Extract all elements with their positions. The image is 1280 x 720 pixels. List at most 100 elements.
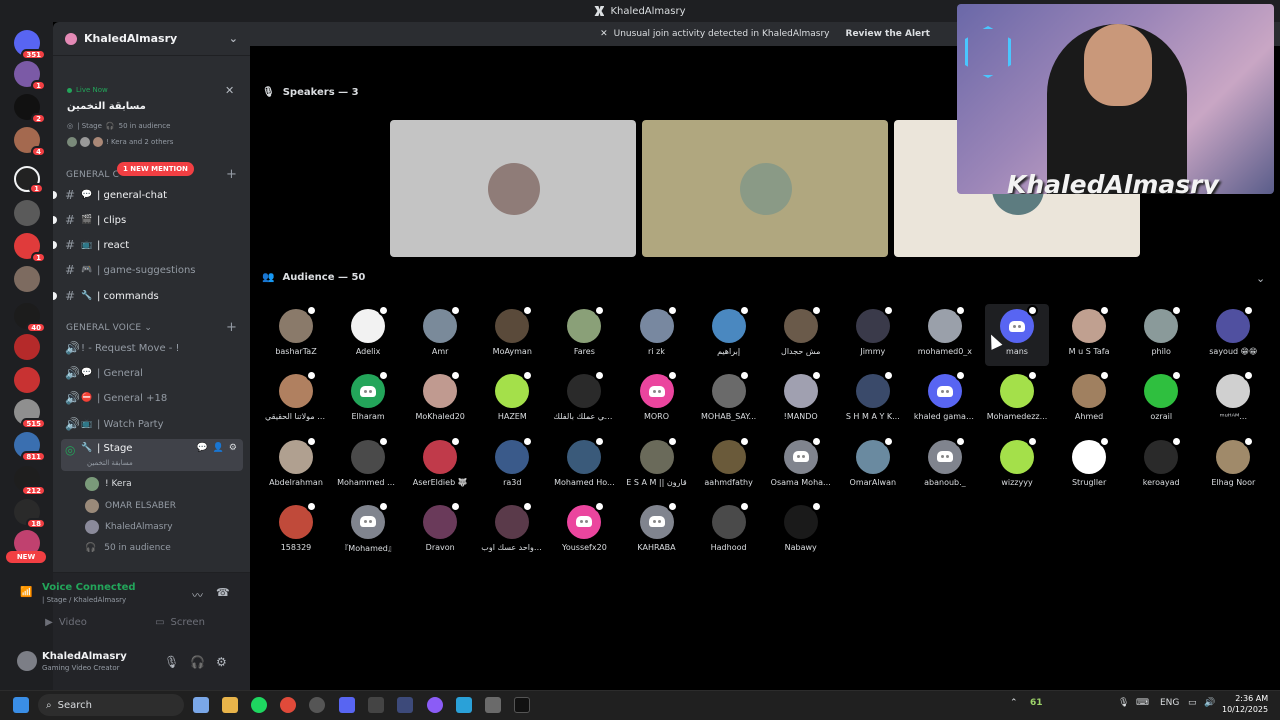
- audience-member[interactable]: ozrail: [1129, 369, 1193, 431]
- audience-member[interactable]: AserEldieb 🐺: [408, 435, 472, 497]
- app-icon[interactable]: [397, 697, 413, 713]
- stage-user[interactable]: OMAR ELSABER: [85, 497, 176, 515]
- microphone-icon[interactable]: 🎙: [1118, 698, 1129, 708]
- gear-icon[interactable]: ⚙: [229, 443, 237, 453]
- network-icon[interactable]: ▭: [1188, 698, 1197, 708]
- add-channel-icon[interactable]: +: [226, 167, 237, 182]
- audience-member[interactable]: MoAyman: [480, 304, 544, 366]
- server-icon[interactable]: 1: [14, 61, 46, 91]
- server-header[interactable]: KhaledAlmasry ⌄: [53, 22, 250, 56]
- channel-general-chat[interactable]: # 💬 | general-chat: [53, 184, 243, 206]
- signal-icon[interactable]: 📶: [20, 587, 32, 598]
- voice-location[interactable]: | Stage / KhaledAlmasry: [42, 596, 126, 604]
- stage-user[interactable]: KhaledAlmasry: [85, 518, 173, 536]
- audience-member[interactable]: keroayad: [1129, 435, 1193, 497]
- audience-member[interactable]: ra3d: [480, 435, 544, 497]
- audience-member[interactable]: sayoud 😁😁: [1201, 304, 1265, 366]
- stage-user[interactable]: ! Kera: [85, 475, 132, 493]
- category-general-chat[interactable]: GENERAL C +: [66, 167, 237, 182]
- audience-member[interactable]: Hadhood: [697, 500, 761, 562]
- microphone-icon[interactable]: 🎙: [164, 655, 179, 669]
- audience-member[interactable]: ميسي عملك بالفلك: [552, 369, 616, 431]
- volume-icon[interactable]: 🔊: [1204, 698, 1215, 708]
- audience-member[interactable]: !MANDO: [769, 369, 833, 431]
- voice-channel-watch-party[interactable]: 🔊 📺 | Watch Party: [61, 413, 243, 435]
- windows-start-icon[interactable]: [13, 697, 29, 713]
- add-channel-icon[interactable]: +: [226, 320, 237, 335]
- show-hidden-icons[interactable]: ⌃: [1010, 698, 1018, 708]
- gear-icon[interactable]: ⚙: [216, 655, 227, 669]
- server-icon[interactable]: 40: [14, 303, 46, 333]
- audience-member[interactable]: Fares: [552, 304, 616, 366]
- live-stage-title[interactable]: مسابقة التخمين: [67, 101, 146, 112]
- server-icon[interactable]: [14, 200, 40, 226]
- audience-member[interactable]: philo: [1129, 304, 1193, 366]
- video-button[interactable]: ▶ Video: [23, 612, 109, 632]
- audience-member[interactable]: Elhag Noor: [1201, 435, 1265, 497]
- speaker-tile[interactable]: [390, 120, 636, 257]
- audience-member[interactable]: E S A M || قارون: [625, 435, 689, 497]
- headphones-icon[interactable]: 🎧: [190, 655, 205, 669]
- server-icon[interactable]: 2: [14, 94, 46, 124]
- taskbar-clock[interactable]: 2:36 AM 10/12/2025: [1222, 693, 1268, 715]
- noise-suppression-icon[interactable]: 〰: [192, 587, 203, 603]
- chat-icon[interactable]: 💬: [196, 443, 207, 453]
- voice-channel-general-18[interactable]: 🔊 ⛔ | General +18: [61, 387, 243, 409]
- audience-member[interactable]: HAZEM: [480, 369, 544, 431]
- audience-member[interactable]: Mohamedezz...: [985, 369, 1049, 431]
- tray-temperature[interactable]: 61: [1030, 698, 1043, 708]
- audience-member[interactable]: 158329: [264, 500, 328, 562]
- spotify-icon[interactable]: [251, 697, 267, 713]
- audience-member[interactable]: Youssefx20: [552, 500, 616, 562]
- review-alert-link[interactable]: Review the Alert: [846, 29, 930, 39]
- server-icon[interactable]: 212: [14, 466, 46, 496]
- channel-game-suggestions[interactable]: # 🎮 | game-suggestions: [61, 259, 243, 281]
- user-avatar[interactable]: [17, 651, 37, 671]
- input-language[interactable]: ENG: [1160, 698, 1179, 708]
- voice-channel-request-move[interactable]: 🔊! - Request Move - !: [61, 337, 243, 359]
- keyboard-icon[interactable]: ⌨: [1136, 698, 1149, 708]
- server-icon[interactable]: [14, 266, 40, 292]
- add-user-icon[interactable]: 👤: [213, 443, 224, 453]
- audience-member[interactable]: Ahmed: [1057, 369, 1121, 431]
- audience-member[interactable]: OmarAlwan: [841, 435, 905, 497]
- file-explorer-icon[interactable]: [222, 697, 238, 713]
- screen-share-button[interactable]: ▭ Screen: [137, 612, 223, 632]
- audience-member[interactable]: Abdelrahman: [264, 435, 328, 497]
- audience-member[interactable]: Nabawy: [769, 500, 833, 562]
- copilot-icon[interactable]: [193, 697, 209, 713]
- audience-member[interactable]: mohamed0_x: [913, 304, 977, 366]
- audience-member[interactable]: 『Mohamed』: [336, 500, 400, 562]
- audience-member[interactable]: wizzyyy: [985, 435, 1049, 497]
- audience-member[interactable]: Jimmy: [841, 304, 905, 366]
- home-discord-icon[interactable]: 351: [14, 30, 46, 60]
- speaker-tile[interactable]: [642, 120, 888, 257]
- taskbar-search[interactable]: ⌕ Search: [38, 694, 184, 716]
- audience-member[interactable]: Mohammed o...: [336, 435, 400, 497]
- obs-icon[interactable]: [309, 697, 325, 713]
- user-name[interactable]: KhaledAlmasry: [42, 651, 127, 662]
- audience-member[interactable]: M u S Tafa: [1057, 304, 1121, 366]
- audience-member[interactable]: Dravon: [408, 500, 472, 562]
- channel-react[interactable]: # 📺 | react: [53, 234, 243, 256]
- channel-commands[interactable]: # 🔧 | commands: [53, 285, 243, 307]
- app-icon[interactable]: [427, 697, 443, 713]
- audience-member[interactable]: basharTaZ: [264, 304, 328, 366]
- category-general-voice[interactable]: GENERAL VOICE ⌄ +: [66, 320, 237, 335]
- gamepad-icon[interactable]: [485, 697, 501, 713]
- channel-clips[interactable]: # 🎬 | clips: [53, 209, 243, 231]
- app-icon[interactable]: [514, 697, 530, 713]
- app-icon[interactable]: [368, 697, 384, 713]
- active-server-icon[interactable]: 1: [14, 166, 44, 194]
- audience-member[interactable]: ri zk: [625, 304, 689, 366]
- close-icon[interactable]: ✕: [225, 84, 234, 97]
- new-servers-pill[interactable]: NEW: [6, 551, 46, 563]
- audience-member[interactable]: Osama Moha...: [769, 435, 833, 497]
- audience-member[interactable]: Mohamed Ho...: [552, 435, 616, 497]
- audience-member[interactable]: Elharam: [336, 369, 400, 431]
- disconnect-icon[interactable]: ☎: [216, 586, 230, 599]
- audience-member[interactable]: ين واحد عسك اوب: [480, 500, 544, 562]
- audience-member[interactable]: MOHAB_SAY...: [697, 369, 761, 431]
- audience-member[interactable]: KAHRABA: [625, 500, 689, 562]
- audience-member[interactable]: Adelix: [336, 304, 400, 366]
